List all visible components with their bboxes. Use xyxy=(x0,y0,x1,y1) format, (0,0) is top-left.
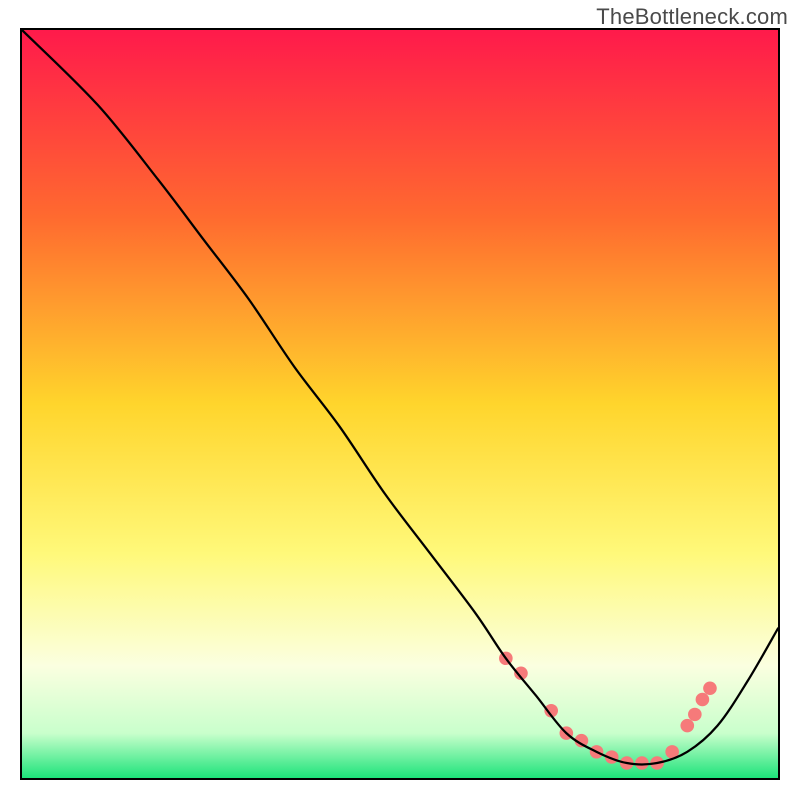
gradient-background xyxy=(22,30,778,778)
marker-dot xyxy=(635,756,649,769)
chart-svg xyxy=(22,30,778,778)
marker-dot xyxy=(688,708,702,721)
chart-frame: TheBottleneck.com xyxy=(0,0,800,800)
watermark-text: TheBottleneck.com xyxy=(596,4,788,30)
plot-border xyxy=(20,28,780,780)
plot-area xyxy=(22,30,778,778)
marker-dot xyxy=(703,682,717,695)
marker-dot xyxy=(696,693,710,706)
marker-dot xyxy=(680,719,694,732)
